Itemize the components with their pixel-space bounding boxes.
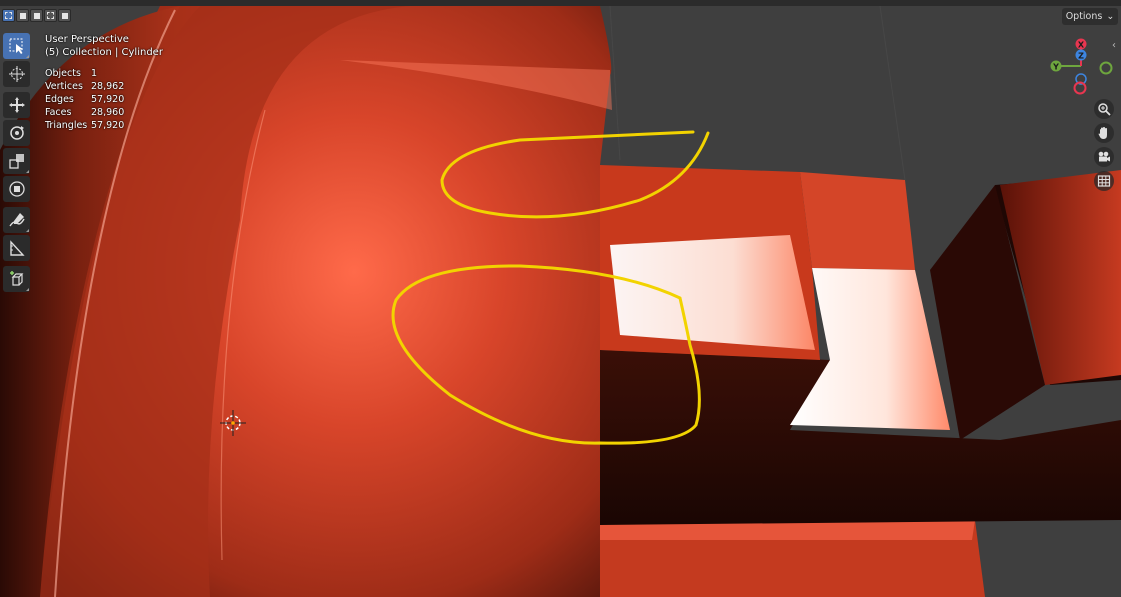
scale-icon: [8, 154, 24, 169]
stat-value: 28,962: [91, 81, 125, 92]
move-tool[interactable]: [3, 92, 30, 118]
options-dropdown[interactable]: Options ⌄: [1062, 8, 1118, 25]
stat-label: Edges: [45, 94, 74, 105]
3d-viewport[interactable]: X Z Y User Perspective (5) Collection | …: [0, 0, 1121, 597]
gizmo-x-label: X: [1078, 41, 1085, 50]
transform-icon: [8, 181, 25, 197]
cursor-icon: [8, 66, 25, 82]
select-mode-invert-button[interactable]: [44, 9, 57, 22]
rotate-tool[interactable]: [3, 120, 30, 146]
collection-object-line: (5) Collection | Cylinder: [45, 47, 163, 58]
select-mode-set-button[interactable]: [2, 9, 15, 22]
small-block-top: [800, 172, 915, 270]
grid-icon[interactable]: [1094, 171, 1114, 191]
scene-statistics: Objects 1 Vertices 28,962 Edges 57,920 Face…: [45, 67, 163, 132]
camera-icon[interactable]: [1094, 147, 1114, 167]
add-cube-tool[interactable]: [3, 266, 30, 292]
scale-tool[interactable]: [3, 148, 30, 174]
gizmo-z-label: Z: [1078, 52, 1084, 61]
selection-mode-buttons: [2, 9, 71, 23]
middle-block-highlight: [610, 235, 815, 350]
transform-tool[interactable]: [3, 176, 30, 202]
view-name: User Perspective: [45, 34, 129, 45]
viewport-scene[interactable]: X Z Y: [0, 0, 1121, 597]
tool-shelf: [3, 33, 31, 294]
viewport-overlay-info: User Perspective (5) Collection | Cylind…: [45, 33, 163, 132]
select-mode-intersect-button[interactable]: [58, 9, 71, 22]
rotate-icon: [9, 126, 24, 140]
chevron-down-icon: ⌄: [1106, 11, 1115, 22]
measure-tool[interactable]: [3, 235, 30, 261]
stat-label: Objects: [45, 68, 81, 79]
stat-label: Vertices: [45, 81, 83, 92]
cursor-tool[interactable]: [3, 61, 30, 87]
stat-value: 1: [91, 68, 98, 79]
collapse-sidebar-arrow[interactable]: ‹: [1112, 40, 1116, 51]
select-box-tool[interactable]: [3, 33, 30, 59]
stat-value: 28,960: [91, 107, 125, 118]
select-mode-extend-button[interactable]: [16, 9, 29, 22]
annotate-icon: [8, 213, 25, 227]
header-bar: [0, 0, 1121, 6]
stat-label: Faces: [45, 107, 72, 118]
select-box-icon: [9, 38, 23, 54]
measure-icon: [9, 240, 25, 256]
stat-label: Triangles: [45, 120, 88, 131]
select-mode-subtract-button[interactable]: [30, 9, 43, 22]
zoom-icon[interactable]: [1094, 99, 1114, 119]
add-cube-icon: [9, 271, 23, 286]
move-icon: [8, 97, 25, 113]
annotate-tool[interactable]: [3, 207, 30, 233]
options-label: Options: [1065, 11, 1103, 22]
hand-icon[interactable]: [1094, 123, 1114, 143]
gizmo-y-label: Y: [1052, 63, 1059, 72]
stat-value: 57,920: [91, 120, 125, 131]
stat-value: 57,920: [91, 94, 125, 105]
